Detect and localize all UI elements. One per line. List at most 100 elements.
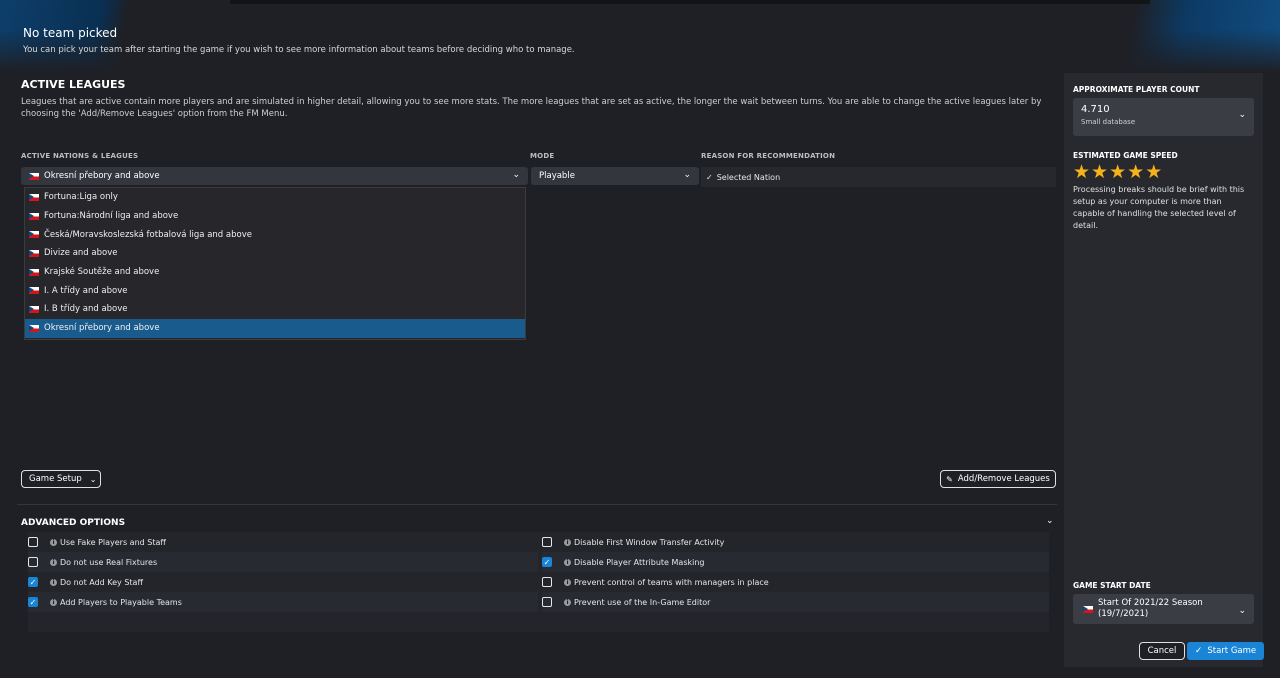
mode-dropdown-value: Playable (539, 171, 575, 181)
option-row: ✓ i Do not Add Key Staff (28, 572, 538, 592)
start-game-label: Start Game (1207, 646, 1257, 656)
league-option[interactable]: Krajské Soutěže and above (25, 263, 525, 282)
reason-row: ✓ Selected Nation (701, 167, 1056, 187)
option-row: i Prevent use of the In-Game Editor (542, 592, 1049, 612)
info-icon[interactable]: i (564, 558, 571, 566)
header-banner (0, 0, 1280, 72)
czech-flag-icon (29, 324, 39, 332)
option-checkbox[interactable]: ✓ (28, 577, 38, 587)
czech-flag-icon (29, 231, 39, 239)
option-row: i Prevent control of teams with managers… (542, 572, 1049, 592)
cancel-button[interactable]: Cancel (1139, 642, 1185, 660)
star-icon: ★ (1127, 161, 1145, 183)
option-row: ✓ i Add Players to Playable Teams (28, 592, 538, 612)
no-team-title: No team picked (23, 26, 118, 40)
nations-column-header: ACTIVE NATIONS & LEAGUES (21, 152, 139, 160)
start-date-dropdown[interactable]: Start Of 2021/22 Season (19/7/2021) ⌄ (1073, 594, 1254, 624)
player-count-subtitle: Small database (1081, 118, 1136, 126)
info-icon[interactable]: i (50, 598, 57, 606)
option-checkbox[interactable]: ✓ (542, 557, 552, 567)
league-option-label: Fortuna:Národní liga and above (44, 211, 179, 222)
option-checkbox[interactable] (542, 537, 552, 547)
option-row: i Disable First Window Transfer Activity (542, 532, 1049, 552)
check-icon: ✓ (706, 172, 713, 182)
league-option[interactable]: Česká/Moravskoslezská fotbalová liga and… (25, 225, 525, 244)
game-speed-title: ESTIMATED GAME SPEED (1073, 151, 1178, 160)
player-count-title: APPROXIMATE PLAYER COUNT (1073, 85, 1200, 94)
advanced-options-grid: i Use Fake Players and Staff i Do not us… (28, 532, 1049, 632)
option-checkbox[interactable] (28, 537, 38, 547)
game-setup-button[interactable]: Game Setup ⌄ (21, 470, 101, 488)
league-option[interactable]: Divize and above (25, 244, 525, 263)
league-option-label: I. A třídy and above (44, 285, 128, 296)
league-option[interactable]: Fortuna:Národní liga and above (25, 207, 525, 226)
option-row: i Use Fake Players and Staff (28, 532, 538, 552)
option-label: Add Players to Playable Teams (60, 597, 182, 607)
czech-flag-icon (29, 249, 39, 257)
option-label: Do not Add Key Staff (60, 577, 143, 587)
czech-flag-icon (29, 287, 39, 295)
option-label: Do not use Real Fixtures (60, 557, 158, 567)
active-leagues-title: ACTIVE LEAGUES (21, 78, 126, 91)
star-icon: ★ (1091, 161, 1109, 183)
option-row: i Do not use Real Fixtures (28, 552, 538, 572)
league-option[interactable]: Okresní přebory and above (25, 318, 525, 338)
option-label: Prevent use of the In-Game Editor (574, 597, 711, 607)
option-checkbox[interactable] (542, 597, 552, 607)
chevron-down-icon: ⌄ (512, 170, 520, 180)
chevron-down-icon: ⌄ (89, 474, 97, 484)
info-icon[interactable]: i (50, 558, 57, 566)
option-row: ✓ i Disable Player Attribute Masking (542, 552, 1049, 572)
advanced-options-title: ADVANCED OPTIONS (21, 518, 126, 528)
league-option-label: Okresní přebory and above (44, 323, 160, 334)
add-remove-leagues-button[interactable]: ✎ Add/Remove Leagues (940, 470, 1056, 488)
info-icon[interactable]: i (564, 598, 571, 606)
star-icon: ★ (1109, 161, 1127, 183)
reason-column-header: REASON FOR RECOMMENDATION (701, 152, 836, 160)
chevron-down-icon[interactable]: ⌄ (1046, 516, 1054, 526)
league-option[interactable]: I. A třídy and above (25, 281, 525, 300)
czech-flag-icon (29, 193, 39, 201)
speed-rating: ★ ★ ★ ★ ★ (1073, 162, 1162, 182)
chevron-down-icon: ⌄ (683, 170, 691, 180)
league-option-label: Krajské Soutěže and above (44, 267, 160, 278)
mode-column-header: MODE (530, 152, 555, 160)
league-options-list: Fortuna:Liga only Fortuna:Národní liga a… (24, 187, 526, 340)
league-dropdown-value: Okresní přebory and above (44, 171, 160, 181)
game-setup-label: Game Setup (29, 474, 82, 484)
star-icon: ★ (1073, 161, 1091, 183)
star-icon: ★ (1145, 161, 1163, 183)
league-option[interactable]: I. B třídy and above (25, 300, 525, 319)
czech-flag-icon (29, 212, 39, 220)
info-icon[interactable]: i (564, 578, 571, 586)
player-count-dropdown[interactable]: 4.710 Small database ⌄ (1073, 98, 1254, 136)
start-game-button[interactable]: ✓ Start Game (1187, 642, 1264, 660)
info-icon[interactable]: i (564, 538, 571, 546)
option-checkbox[interactable] (542, 577, 552, 587)
reason-text: Selected Nation (716, 172, 781, 182)
league-option[interactable]: Fortuna:Liga only (25, 188, 525, 207)
option-checkbox[interactable] (28, 557, 38, 567)
start-date-value: Start Of 2021/22 Season (19/7/2021) (1098, 598, 1203, 619)
pencil-icon: ✎ (946, 474, 953, 484)
chevron-down-icon: ⌄ (1238, 110, 1246, 120)
section-divider (17, 504, 1057, 505)
info-icon[interactable]: i (50, 578, 57, 586)
option-label: Use Fake Players and Staff (60, 537, 166, 547)
option-label: Disable Player Attribute Masking (574, 557, 705, 567)
league-option-label: I. B třídy and above (44, 304, 128, 315)
league-dropdown[interactable]: Okresní přebory and above ⌄ (21, 167, 528, 185)
option-checkbox[interactable]: ✓ (28, 597, 38, 607)
option-label: Prevent control of teams with managers i… (574, 577, 769, 587)
czech-flag-icon (29, 305, 39, 313)
cancel-label: Cancel (1147, 646, 1177, 656)
summary-sidebar: APPROXIMATE PLAYER COUNT 4.710 Small dat… (1064, 73, 1263, 667)
active-leagues-description: Leagues that are active contain more pla… (21, 97, 1042, 119)
czech-flag-icon (29, 268, 39, 276)
player-count-value: 4.710 (1081, 104, 1110, 115)
mode-dropdown[interactable]: Playable ⌄ (531, 167, 699, 185)
info-icon[interactable]: i (50, 538, 57, 546)
game-speed-description: Processing breaks should be brief with t… (1073, 185, 1245, 230)
league-option-label: Česká/Moravskoslezská fotbalová liga and… (44, 229, 252, 240)
top-strip (230, 0, 1150, 4)
